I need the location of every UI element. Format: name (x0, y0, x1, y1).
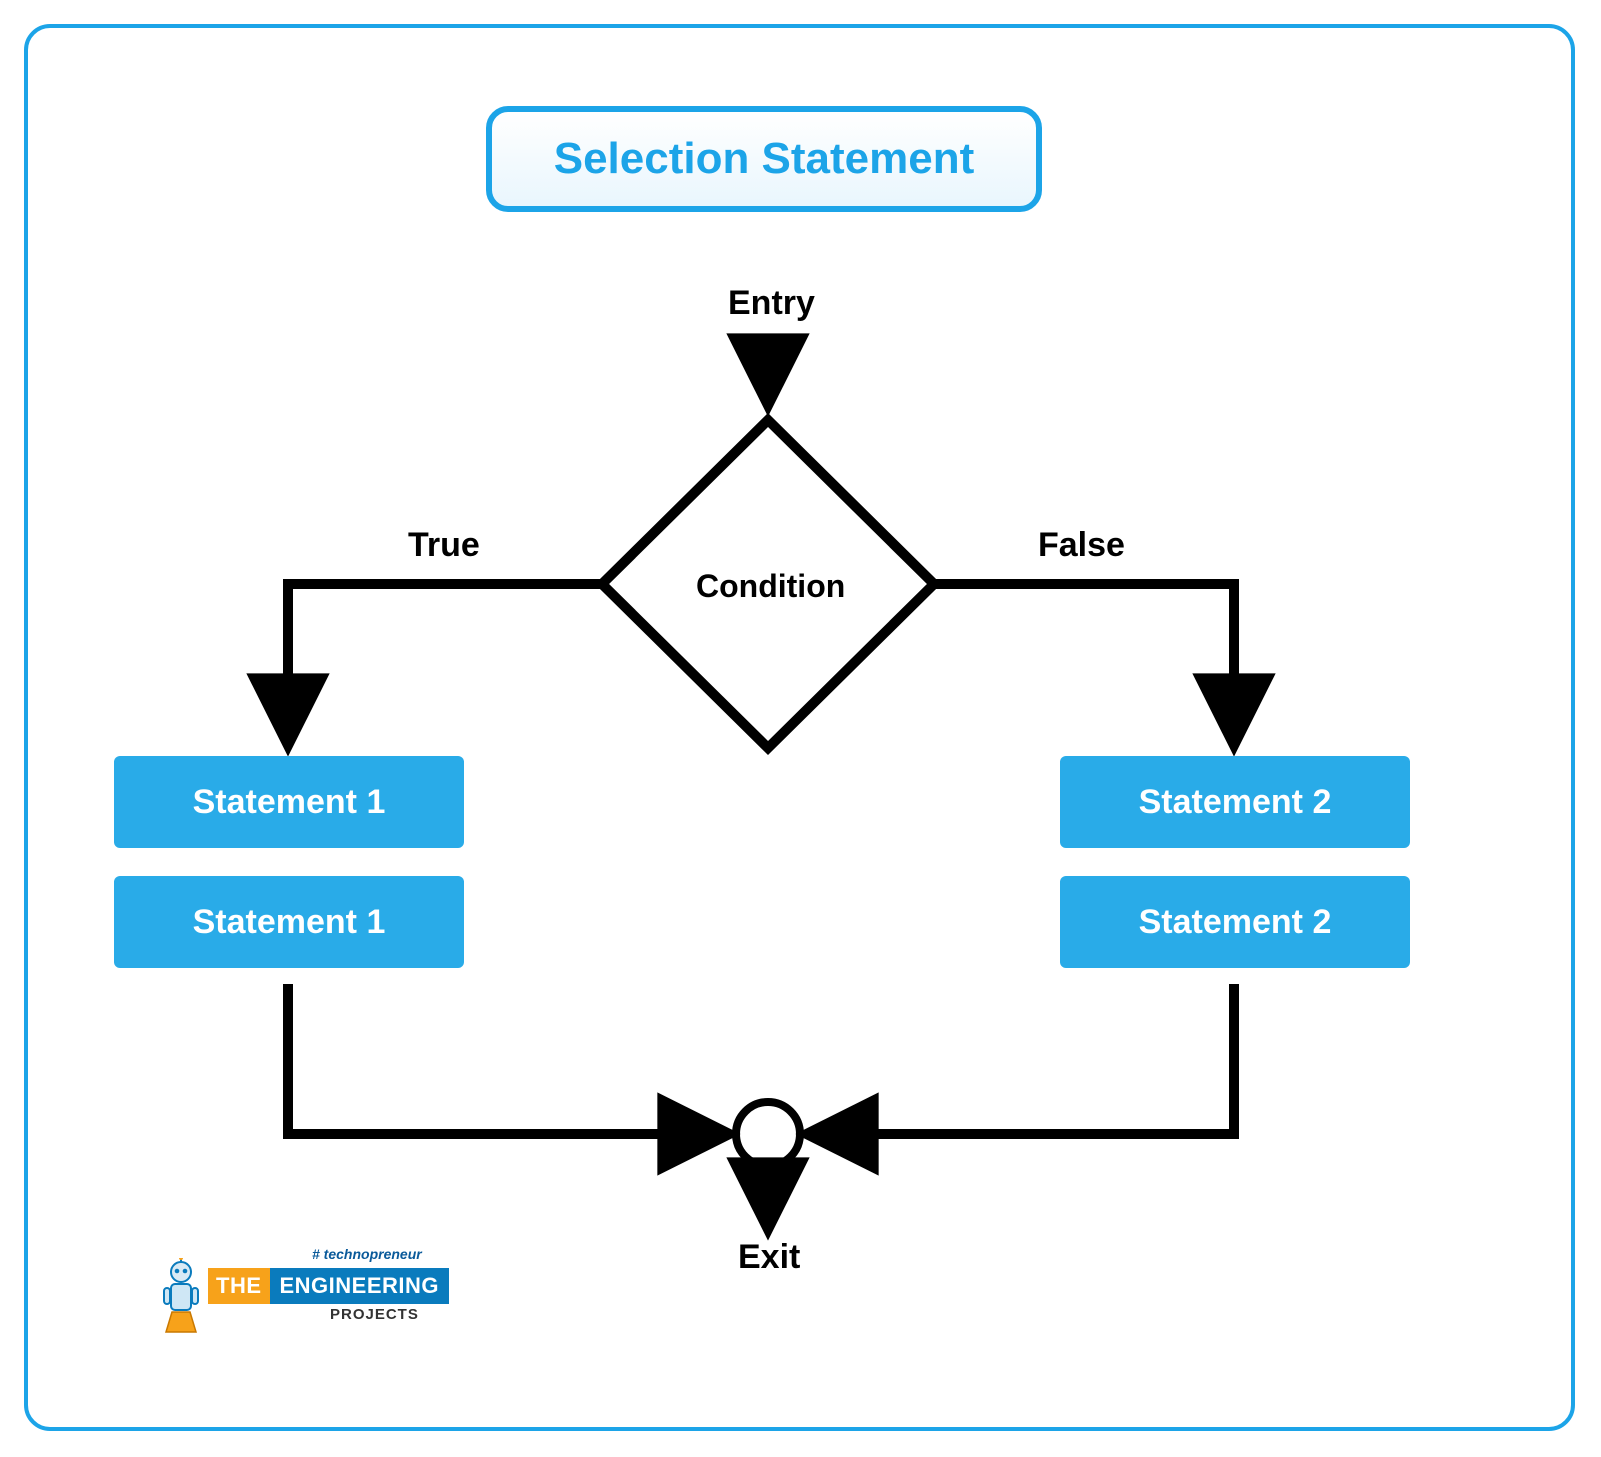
logo-projects: PROJECTS (330, 1306, 419, 1323)
true-label: True (408, 526, 480, 565)
false-label: False (1038, 526, 1125, 565)
flowchart-svg (28, 28, 1579, 1435)
stmt-text: Statement 2 (1139, 783, 1332, 822)
true-statement-2: Statement 1 (114, 876, 464, 968)
logo-engineering: ENGINEERING (270, 1268, 450, 1304)
entry-label: Entry (728, 284, 815, 323)
diagram-frame: Selection Statement Entry Condition True (24, 24, 1575, 1431)
stmt-text: Statement 1 (193, 903, 386, 942)
title-text: Selection Statement (554, 134, 975, 184)
brand-logo: # technopreneur THE ENGINEERING PROJECTS (158, 1246, 458, 1346)
stmt-text: Statement 1 (193, 783, 386, 822)
stmt-text: Statement 2 (1139, 903, 1332, 942)
logo-the: THE (208, 1268, 270, 1304)
robot-icon (158, 1258, 204, 1334)
merge-node (736, 1102, 800, 1166)
exit-label: Exit (738, 1238, 800, 1277)
condition-label: Condition (696, 568, 845, 605)
false-statement-1: Statement 2 (1060, 756, 1410, 848)
false-statement-2: Statement 2 (1060, 876, 1410, 968)
logo-bar: THE ENGINEERING (208, 1268, 449, 1304)
true-statement-1: Statement 1 (114, 756, 464, 848)
logo-tagline: # technopreneur (312, 1246, 422, 1262)
title-box: Selection Statement (486, 106, 1042, 212)
